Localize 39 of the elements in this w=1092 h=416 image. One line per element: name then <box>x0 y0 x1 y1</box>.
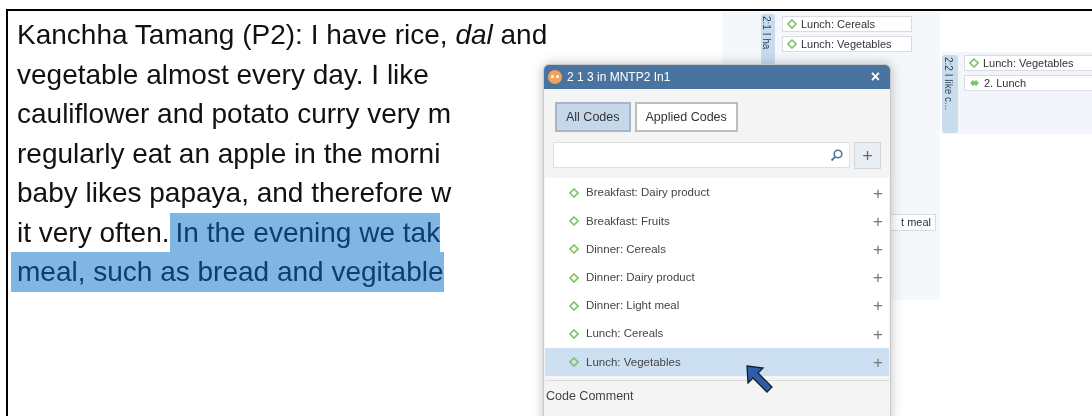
search-field[interactable] <box>553 142 850 168</box>
quotation-bubble[interactable]: 2:2 I like c... <box>942 55 958 133</box>
add-icon[interactable]: + <box>873 240 883 258</box>
diamond-icon <box>969 58 979 68</box>
add-icon[interactable]: + <box>873 212 883 230</box>
window-title: 2 1 3 in MNTP2 In1 <box>567 69 671 86</box>
mouse-pointer-icon <box>745 364 775 394</box>
document-text: cauliflower and potato curry very m <box>17 97 453 131</box>
add-icon[interactable]: + <box>873 297 883 315</box>
code-tag[interactable]: 2. Lunch <box>964 75 1092 91</box>
close-button[interactable]: × <box>864 69 886 85</box>
diamond-icon <box>569 216 579 227</box>
highlighted-text: meal, such as bread and vegitable <box>11 252 444 292</box>
diamond-icon <box>569 300 579 311</box>
add-code-button[interactable]: + <box>854 142 881 169</box>
add-icon[interactable]: + <box>873 325 883 343</box>
document-text: it very often. <box>17 215 171 250</box>
comment-label: Code Comment <box>545 388 635 406</box>
document-text: regularly eat an apple in the morni <box>17 136 442 171</box>
diamond-icon <box>569 272 579 283</box>
document-text: baby likes papaya, and therefore w <box>17 176 453 210</box>
document-text: Kanchha Tamang (P2): I have rice, dal and <box>17 18 549 52</box>
filter-tab[interactable]: Applied Codes <box>634 102 738 132</box>
diamond-icon <box>569 244 579 255</box>
document-text: vegetable almost every day. I like <box>17 57 430 92</box>
diamond-icon <box>569 357 579 368</box>
code-tag[interactable]: Lunch: Vegetables <box>782 36 912 52</box>
diamond-icon <box>569 188 579 199</box>
diamond-icon <box>569 329 579 340</box>
add-icon[interactable]: + <box>873 184 883 202</box>
filter-tab[interactable]: All Codes <box>555 102 631 132</box>
add-icon[interactable]: + <box>873 269 883 287</box>
code-list-item[interactable]: Lunch: Vegetables + <box>545 348 889 377</box>
code-group-icon <box>969 79 980 87</box>
search-icon <box>830 148 843 162</box>
app-logo-icon <box>548 70 562 84</box>
highlighted-text: In the evening we tak <box>169 212 441 252</box>
code-tag[interactable]: Lunch: Vegetables <box>964 55 1092 71</box>
code-tag[interactable]: Lunch: Cereals <box>782 16 912 32</box>
